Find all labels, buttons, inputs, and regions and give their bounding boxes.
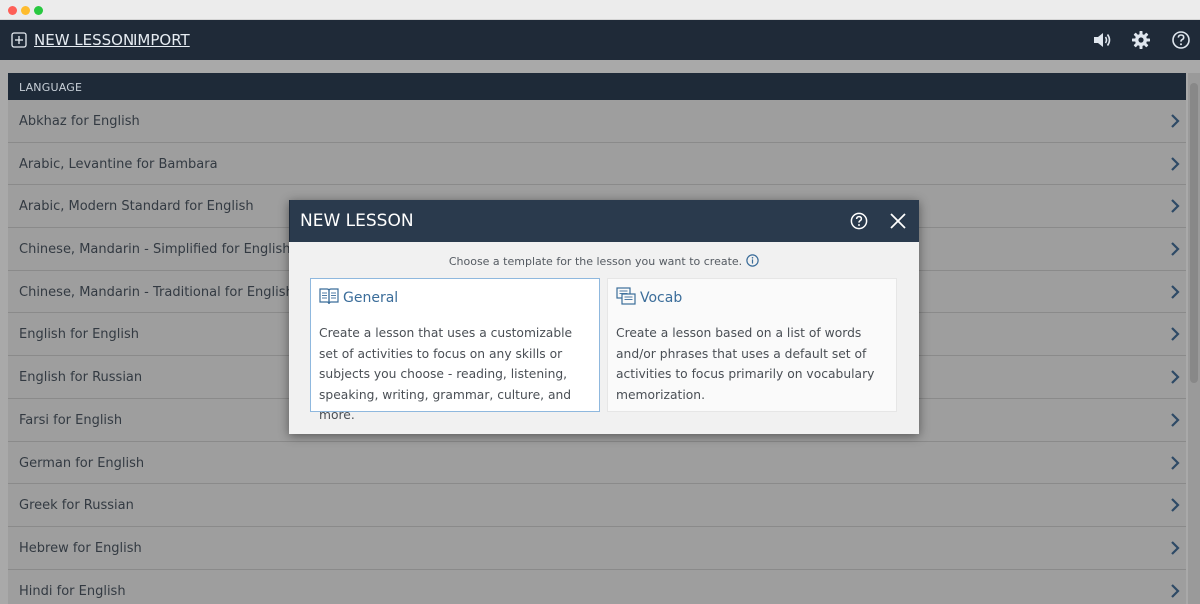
language-list-item-label: English for Russian bbox=[19, 370, 143, 386]
template-card-description: Create a lesson that uses a customizable… bbox=[319, 326, 573, 422]
chevron-right-icon bbox=[1171, 327, 1180, 342]
language-list-item[interactable]: German for English bbox=[8, 442, 1186, 485]
chevron-right-icon bbox=[1171, 284, 1180, 299]
language-list-item-label: Arabic, Levantine for Bambara bbox=[19, 156, 218, 172]
cards-icon bbox=[616, 287, 636, 305]
scrollbar[interactable] bbox=[1188, 73, 1200, 604]
dialog-body: Choose a template for the lesson you wan… bbox=[289, 242, 919, 434]
new-lesson-link[interactable]: NEW LESSON bbox=[34, 31, 134, 49]
language-list-item-label: Abkhaz for English bbox=[19, 114, 140, 129]
language-list-item-label: Hindi for English bbox=[19, 583, 126, 599]
new-lesson-dialog: NEW LESSON Choose a template for the les… bbox=[289, 200, 919, 434]
language-list-item[interactable]: Hebrew for English bbox=[8, 527, 1186, 570]
close-icon[interactable] bbox=[889, 212, 907, 230]
language-column-header: LANGUAGE bbox=[8, 73, 1186, 100]
template-card-general[interactable]: General Create a lesson that uses a cust… bbox=[310, 278, 600, 422]
close-window-button[interactable] bbox=[8, 6, 17, 15]
scrollbar-thumb[interactable] bbox=[1190, 83, 1198, 383]
chevron-right-icon bbox=[1171, 413, 1180, 427]
chevron-right-icon bbox=[1171, 199, 1180, 214]
import-link[interactable]: IMPORT bbox=[133, 31, 190, 49]
chevron-right-icon bbox=[1171, 541, 1180, 555]
minimize-window-button[interactable] bbox=[21, 6, 30, 15]
chevron-right-icon bbox=[1171, 370, 1180, 384]
language-list-item-label: Chinese, Mandarin - Simplified for Engli… bbox=[19, 242, 291, 258]
language-list-item-label: German for English bbox=[19, 455, 145, 471]
dialog-intro: Choose a template for the lesson you wan… bbox=[289, 254, 919, 268]
gear-icon[interactable] bbox=[1131, 30, 1151, 50]
app-toolbar: NEW LESSON IMPORT bbox=[0, 20, 1200, 60]
plus-square-icon[interactable] bbox=[11, 32, 27, 48]
info-icon[interactable] bbox=[746, 254, 759, 267]
speaker-icon[interactable] bbox=[1092, 30, 1112, 50]
language-list-item-label: Chinese, Mandarin - Traditional for Engl… bbox=[19, 284, 294, 300]
maximize-window-button[interactable] bbox=[34, 6, 43, 15]
window-titlebar bbox=[0, 0, 1200, 20]
help-icon[interactable] bbox=[1171, 30, 1191, 50]
dialog-header: NEW LESSON bbox=[289, 200, 919, 242]
language-list-item-label: Greek for Russian bbox=[19, 498, 134, 514]
chevron-right-icon bbox=[1171, 455, 1180, 470]
language-list-item[interactable]: Arabic, Levantine for Bambara bbox=[8, 143, 1186, 186]
help-icon[interactable] bbox=[850, 212, 868, 230]
language-list-item-label: Farsi for English bbox=[19, 412, 123, 428]
chevron-right-icon bbox=[1171, 498, 1180, 512]
chevron-right-icon bbox=[1171, 583, 1180, 598]
template-card-title: Vocab bbox=[640, 290, 683, 306]
chevron-right-icon bbox=[1171, 114, 1180, 128]
language-list-item-label: Hebrew for English bbox=[19, 540, 142, 556]
dialog-intro-text: Choose a template for the lesson you wan… bbox=[448, 255, 743, 268]
chevron-right-icon bbox=[1171, 156, 1180, 171]
language-list-item-label: English for English bbox=[19, 327, 140, 343]
language-list-item[interactable]: Abkhaz for English bbox=[8, 100, 1186, 143]
template-card-title: General bbox=[343, 290, 399, 306]
chevron-right-icon bbox=[1171, 242, 1180, 256]
language-list-item[interactable]: Hindi for English bbox=[8, 570, 1186, 604]
template-card-vocab[interactable]: Vocab Create a lesson based on a list of… bbox=[607, 278, 897, 412]
template-card-description: Create a lesson based on a list of words… bbox=[616, 326, 875, 402]
language-list-item-label: Arabic, Modern Standard for English bbox=[19, 199, 254, 215]
open-book-icon bbox=[319, 288, 339, 305]
language-list-item[interactable]: Greek for Russian bbox=[8, 484, 1186, 527]
dialog-title: NEW LESSON bbox=[300, 211, 414, 231]
